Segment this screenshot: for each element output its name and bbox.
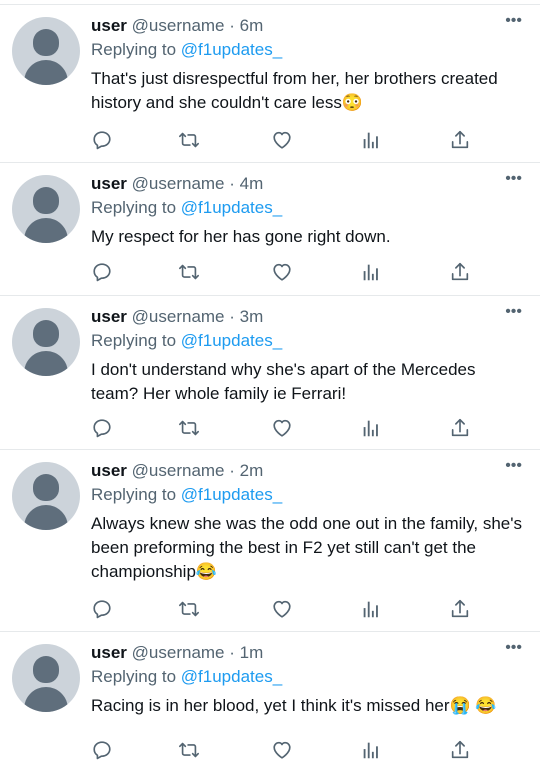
- tweet-header: user @username · 2m: [91, 460, 263, 482]
- retweet-icon[interactable]: [176, 738, 202, 762]
- replying-to: Replying to @f1updates_: [91, 39, 282, 61]
- tweet-text: Racing is in her blood, yet I think it's…: [91, 696, 497, 715]
- more-options-icon[interactable]: •••: [505, 640, 522, 656]
- tweet[interactable]: user @username · 2m ••• Replying to @f1u…: [0, 449, 540, 631]
- analytics-icon[interactable]: [358, 260, 384, 284]
- username[interactable]: @username: [132, 174, 225, 193]
- tweet[interactable]: user @username · 3m ••• Replying to @f1u…: [0, 295, 540, 449]
- like-icon[interactable]: [269, 738, 295, 762]
- reply-icon[interactable]: [89, 597, 115, 621]
- replying-to: Replying to @f1updates_: [91, 484, 282, 506]
- avatar[interactable]: [12, 462, 80, 530]
- username[interactable]: @username: [132, 461, 225, 480]
- like-icon[interactable]: [269, 128, 295, 152]
- action-bar: [0, 416, 540, 440]
- retweet-icon[interactable]: [176, 260, 202, 284]
- more-options-icon[interactable]: •••: [505, 171, 522, 187]
- tweet[interactable]: user @username · 6m ••• Replying to @f1u…: [0, 4, 540, 162]
- analytics-icon[interactable]: [358, 416, 384, 440]
- display-name[interactable]: user: [91, 643, 127, 662]
- replying-to-label: Replying to: [91, 40, 177, 59]
- timestamp[interactable]: · 2m: [229, 461, 263, 480]
- analytics-icon[interactable]: [358, 128, 384, 152]
- tweet-header: user @username · 6m: [91, 15, 263, 37]
- username[interactable]: @username: [132, 16, 225, 35]
- avatar[interactable]: [12, 644, 80, 712]
- display-name[interactable]: user: [91, 461, 127, 480]
- timestamp[interactable]: · 1m: [229, 643, 263, 662]
- display-name[interactable]: user: [91, 307, 127, 326]
- reply-icon[interactable]: [89, 260, 115, 284]
- timestamp[interactable]: · 6m: [229, 16, 263, 35]
- display-name[interactable]: user: [91, 174, 127, 193]
- replying-to-label: Replying to: [91, 198, 177, 217]
- replying-to-label: Replying to: [91, 331, 177, 350]
- avatar[interactable]: [12, 175, 80, 243]
- reply-icon[interactable]: [89, 128, 115, 152]
- replying-to: Replying to @f1updates_: [91, 666, 282, 688]
- like-icon[interactable]: [269, 260, 295, 284]
- replying-to-handle[interactable]: @f1updates_: [181, 331, 282, 350]
- retweet-icon[interactable]: [176, 597, 202, 621]
- tweet-text: I don't understand why she's apart of th…: [91, 360, 476, 403]
- replying-to-label: Replying to: [91, 667, 177, 686]
- avatar[interactable]: [12, 308, 80, 376]
- tweet[interactable]: user @username · 1m ••• Replying to @f1u…: [0, 631, 540, 770]
- retweet-icon[interactable]: [176, 128, 202, 152]
- share-icon[interactable]: [447, 738, 473, 762]
- analytics-icon[interactable]: [358, 597, 384, 621]
- analytics-icon[interactable]: [358, 738, 384, 762]
- action-bar: [0, 260, 540, 284]
- like-icon[interactable]: [269, 416, 295, 440]
- more-options-icon[interactable]: •••: [505, 304, 522, 320]
- more-options-icon[interactable]: •••: [505, 458, 522, 474]
- replying-to-handle[interactable]: @f1updates_: [181, 667, 282, 686]
- reply-icon[interactable]: [89, 416, 115, 440]
- tweet-text: Always knew she was the odd one out in t…: [91, 514, 522, 581]
- share-icon[interactable]: [447, 597, 473, 621]
- avatar[interactable]: [12, 17, 80, 85]
- tweet-header: user @username · 3m: [91, 306, 263, 328]
- replying-to-label: Replying to: [91, 485, 177, 504]
- share-icon[interactable]: [447, 128, 473, 152]
- action-bar: [0, 597, 540, 621]
- replying-to: Replying to @f1updates_: [91, 197, 282, 219]
- tweet[interactable]: user @username · 4m ••• Replying to @f1u…: [0, 162, 540, 295]
- action-bar: [0, 128, 540, 152]
- timestamp[interactable]: · 4m: [229, 174, 263, 193]
- replying-to-handle[interactable]: @f1updates_: [181, 485, 282, 504]
- share-icon[interactable]: [447, 416, 473, 440]
- username[interactable]: @username: [132, 307, 225, 326]
- tweet-header: user @username · 1m: [91, 642, 263, 664]
- retweet-icon[interactable]: [176, 416, 202, 440]
- tweet-header: user @username · 4m: [91, 173, 263, 195]
- action-bar: [0, 738, 540, 762]
- tweet-text: My respect for her has gone right down.: [91, 227, 391, 246]
- tweet-text: That's just disrespectful from her, her …: [91, 69, 498, 112]
- replying-to: Replying to @f1updates_: [91, 330, 282, 352]
- timestamp[interactable]: · 3m: [229, 307, 263, 326]
- reply-icon[interactable]: [89, 738, 115, 762]
- replying-to-handle[interactable]: @f1updates_: [181, 198, 282, 217]
- like-icon[interactable]: [269, 597, 295, 621]
- share-icon[interactable]: [447, 260, 473, 284]
- display-name[interactable]: user: [91, 16, 127, 35]
- replying-to-handle[interactable]: @f1updates_: [181, 40, 282, 59]
- username[interactable]: @username: [132, 643, 225, 662]
- more-options-icon[interactable]: •••: [505, 13, 522, 29]
